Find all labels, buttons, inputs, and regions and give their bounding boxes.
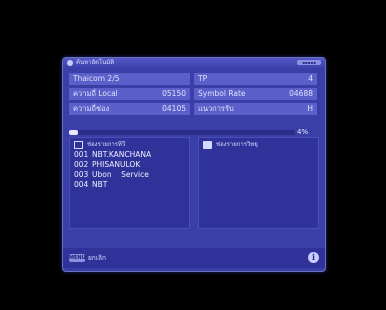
frequency-value: 04105 [162, 104, 186, 113]
cancel-hint: ยกเลิก [88, 254, 106, 262]
satellite-name: Thaicom 2/5 [73, 74, 120, 83]
info-icon[interactable]: i [308, 252, 319, 263]
channel-number: 003 [74, 170, 89, 179]
auto-scan-dialog: ค้นหาอัตโนมัติ ▪▪▪▪▪ Thaicom 2/5 TP 4 คว… [62, 57, 326, 272]
polarity-value: H [307, 104, 313, 113]
satellite-icon [67, 60, 73, 66]
channel-name: Ubon Service [92, 170, 149, 179]
title-badge: ▪▪▪▪▪ [297, 60, 321, 65]
radio-panel-title: ช่องรายการวิทยุ [216, 141, 258, 148]
tv-panel-title: ช่องรายการทีวี [87, 141, 126, 148]
list-item: 004 NBT [74, 180, 107, 190]
tv-icon [74, 140, 83, 149]
radio-icon [203, 140, 212, 149]
lnb-local-value: 05150 [162, 89, 186, 98]
tv-channel-panel: ช่องรายการทีวี 001 NBT.KANCHANA 002 PHISAN… [69, 137, 190, 229]
menu-key-button[interactable]: MENU [69, 254, 86, 262]
lnb-local-cell: ความถี่ Local 05150 [69, 88, 190, 100]
radio-channel-panel: ช่องรายการวิทยุ [198, 137, 319, 229]
symbol-rate-cell: Symbol Rate 04688 [194, 88, 317, 100]
channel-name: PHISANULOK [92, 160, 141, 169]
list-item: 003 Ubon Service [74, 170, 149, 180]
tp-label: TP [198, 74, 208, 83]
tp-cell: TP 4 [194, 73, 317, 85]
channel-number: 002 [74, 160, 89, 169]
footer-bar: MENU ยกเลิก i [63, 248, 325, 268]
frequency-label: ความถี่ช่อง [73, 104, 110, 113]
list-item: 001 NBT.KANCHANA [74, 150, 151, 160]
scan-progress-percent: 4% [297, 128, 309, 136]
list-item: 002 PHISANULOK [74, 160, 140, 170]
scan-progress-bar [69, 130, 295, 135]
channel-name: NBT.KANCHANA [92, 150, 152, 159]
polarity-cell: แนวการรับ H [194, 103, 317, 115]
dialog-title: ค้นหาอัตโนมัติ [76, 59, 115, 66]
tv-screen: ค้นหาอัตโนมัติ ▪▪▪▪▪ Thaicom 2/5 TP 4 คว… [0, 0, 386, 310]
scan-progress-fill [69, 130, 79, 135]
satellite-name-cell: Thaicom 2/5 [69, 73, 190, 85]
channel-number: 004 [74, 180, 89, 189]
radio-panel-header: ช่องรายการวิทยุ [203, 140, 258, 149]
channel-name: NBT [92, 180, 108, 189]
tp-value: 4 [308, 74, 313, 83]
symbol-rate-label: Symbol Rate [198, 89, 246, 98]
frequency-cell: ความถี่ช่อง 04105 [69, 103, 190, 115]
title-bar: ค้นหาอัตโนมัติ ▪▪▪▪▪ [63, 58, 325, 68]
lnb-local-label: ความถี่ Local [73, 89, 118, 98]
channel-number: 001 [74, 150, 89, 159]
polarity-label: แนวการรับ [198, 104, 234, 113]
tv-panel-header: ช่องรายการทีวี [74, 140, 125, 149]
symbol-rate-value: 04688 [289, 89, 313, 98]
